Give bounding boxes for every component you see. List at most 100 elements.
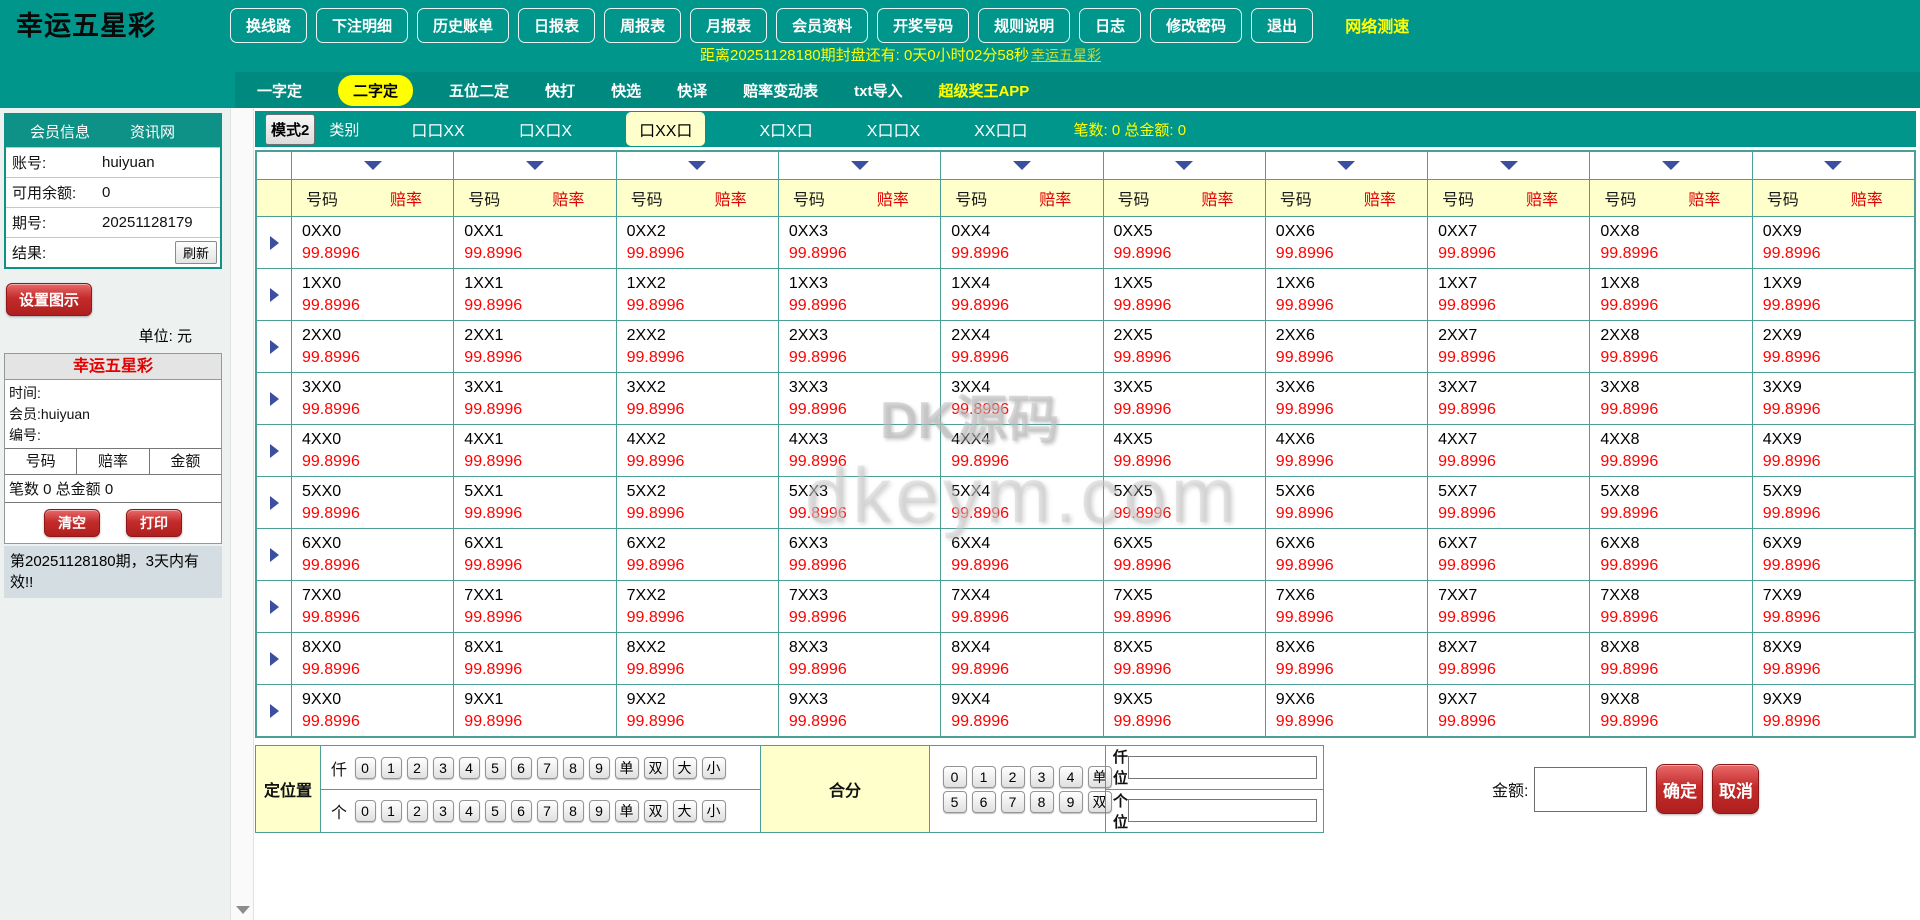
bet-cell[interactable]: 7XX899.8996: [1589, 580, 1751, 632]
bet-cell[interactable]: 7XX199.8996: [453, 580, 615, 632]
bet-cell[interactable]: 8XX999.8996: [1752, 632, 1914, 684]
bet-cell[interactable]: 3XX299.8996: [616, 372, 778, 424]
bet-cell[interactable]: 2XX999.8996: [1752, 320, 1914, 372]
bet-cell[interactable]: 4XX699.8996: [1265, 424, 1427, 476]
chevron-down-icon[interactable]: [1500, 161, 1518, 170]
topnav-button[interactable]: 下注明细: [316, 8, 408, 43]
subnav-item[interactable]: 快选: [611, 80, 641, 101]
mode-tab[interactable]: 口X口X: [519, 117, 572, 141]
combo-key[interactable]: 0: [943, 766, 967, 788]
bet-cell[interactable]: 1XX999.8996: [1752, 268, 1914, 320]
bet-cell[interactable]: 9XX199.8996: [453, 684, 615, 736]
chevron-down-icon[interactable]: [364, 161, 382, 170]
bet-cell[interactable]: 0XX099.8996: [291, 216, 453, 268]
bet-cell[interactable]: 6XX099.8996: [291, 528, 453, 580]
subnav-item[interactable]: 五位二定: [449, 80, 509, 101]
bet-cell[interactable]: 4XX999.8996: [1752, 424, 1914, 476]
bet-cell[interactable]: 3XX099.8996: [291, 372, 453, 424]
position-key[interactable]: 0: [355, 757, 376, 779]
bet-cell[interactable]: 7XX099.8996: [291, 580, 453, 632]
digit-input[interactable]: [1128, 799, 1317, 822]
subnav-item[interactable]: 快译: [677, 80, 707, 101]
bet-cell[interactable]: 3XX999.8996: [1752, 372, 1914, 424]
bet-cell[interactable]: 7XX699.8996: [1265, 580, 1427, 632]
position-key[interactable]: 4: [459, 800, 480, 822]
bet-cell[interactable]: 5XX199.8996: [453, 476, 615, 528]
bet-cell[interactable]: 1XX399.8996: [778, 268, 940, 320]
tab-member-info[interactable]: 会员信息: [6, 121, 90, 142]
position-key[interactable]: 2: [407, 757, 428, 779]
topnav-button[interactable]: 日报表: [518, 8, 595, 43]
bet-cell[interactable]: 0XX899.8996: [1589, 216, 1751, 268]
topnav-button[interactable]: 日志: [1079, 8, 1141, 43]
position-key[interactable]: 7: [537, 800, 558, 822]
bet-cell[interactable]: 1XX199.8996: [453, 268, 615, 320]
mode-tab[interactable]: 口XX口: [626, 112, 705, 146]
bet-cell[interactable]: 7XX799.8996: [1427, 580, 1589, 632]
bet-cell[interactable]: 9XX899.8996: [1589, 684, 1751, 736]
chevron-down-icon[interactable]: [1013, 161, 1031, 170]
bet-cell[interactable]: 2XX499.8996: [940, 320, 1102, 372]
cancel-button[interactable]: 取消: [1712, 764, 1759, 814]
chevron-right-icon[interactable]: [270, 600, 279, 614]
bet-cell[interactable]: 2XX199.8996: [453, 320, 615, 372]
bet-cell[interactable]: 5XX699.8996: [1265, 476, 1427, 528]
bet-cell[interactable]: 7XX399.8996: [778, 580, 940, 632]
bet-cell[interactable]: 7XX299.8996: [616, 580, 778, 632]
bet-cell[interactable]: 9XX599.8996: [1103, 684, 1265, 736]
bet-cell[interactable]: 6XX399.8996: [778, 528, 940, 580]
bet-cell[interactable]: 0XX599.8996: [1103, 216, 1265, 268]
bet-cell[interactable]: 2XX899.8996: [1589, 320, 1751, 372]
bet-cell[interactable]: 6XX799.8996: [1427, 528, 1589, 580]
bet-cell[interactable]: 9XX299.8996: [616, 684, 778, 736]
position-key[interactable]: 3: [433, 757, 454, 779]
bet-cell[interactable]: 4XX599.8996: [1103, 424, 1265, 476]
bet-cell[interactable]: 3XX399.8996: [778, 372, 940, 424]
bet-cell[interactable]: 6XX699.8996: [1265, 528, 1427, 580]
bet-cell[interactable]: 4XX299.8996: [616, 424, 778, 476]
bet-cell[interactable]: 2XX099.8996: [291, 320, 453, 372]
bet-cell[interactable]: 5XX299.8996: [616, 476, 778, 528]
subnav-item[interactable]: 超级奖王APP: [938, 80, 1029, 101]
chevron-right-icon[interactable]: [270, 236, 279, 250]
position-key[interactable]: 小: [702, 800, 726, 822]
chevron-right-icon[interactable]: [270, 652, 279, 666]
position-key[interactable]: 5: [485, 800, 506, 822]
bet-cell[interactable]: 4XX099.8996: [291, 424, 453, 476]
combo-key[interactable]: 6: [972, 791, 996, 813]
bet-cell[interactable]: 8XX399.8996: [778, 632, 940, 684]
position-key[interactable]: 大: [673, 800, 697, 822]
bet-cell[interactable]: 2XX299.8996: [616, 320, 778, 372]
bet-cell[interactable]: 2XX799.8996: [1427, 320, 1589, 372]
combo-key[interactable]: 9: [1059, 791, 1083, 813]
set-icon-button[interactable]: 设置图示: [6, 283, 92, 316]
bet-cell[interactable]: 3XX699.8996: [1265, 372, 1427, 424]
bet-cell[interactable]: 8XX799.8996: [1427, 632, 1589, 684]
tab-news-site[interactable]: 资讯网: [130, 121, 175, 142]
bet-cell[interactable]: 8XX499.8996: [940, 632, 1102, 684]
bet-cell[interactable]: 0XX399.8996: [778, 216, 940, 268]
bet-cell[interactable]: 5XX099.8996: [291, 476, 453, 528]
position-key[interactable]: 1: [381, 800, 402, 822]
chevron-down-icon[interactable]: [1824, 161, 1842, 170]
countdown-suffix-link[interactable]: 幸运五星彩: [1031, 47, 1101, 63]
subnav-item[interactable]: txt导入: [854, 80, 902, 101]
bet-cell[interactable]: 9XX499.8996: [940, 684, 1102, 736]
position-key[interactable]: 大: [673, 757, 697, 779]
chevron-down-icon[interactable]: [1662, 161, 1680, 170]
bet-cell[interactable]: 3XX499.8996: [940, 372, 1102, 424]
bet-cell[interactable]: 2XX399.8996: [778, 320, 940, 372]
bet-cell[interactable]: 2XX599.8996: [1103, 320, 1265, 372]
bet-cell[interactable]: 6XX199.8996: [453, 528, 615, 580]
topnav-button[interactable]: 退出: [1251, 8, 1313, 43]
combo-key[interactable]: 4: [1059, 766, 1083, 788]
bet-cell[interactable]: 0XX499.8996: [940, 216, 1102, 268]
topnav-button[interactable]: 周报表: [604, 8, 681, 43]
bet-cell[interactable]: 3XX599.8996: [1103, 372, 1265, 424]
position-key[interactable]: 1: [381, 757, 402, 779]
position-key[interactable]: 8: [563, 757, 584, 779]
mode-tab[interactable]: X口X口: [759, 117, 812, 141]
bet-cell[interactable]: 1XX299.8996: [616, 268, 778, 320]
position-key[interactable]: 7: [537, 757, 558, 779]
chevron-down-icon[interactable]: [1337, 161, 1355, 170]
